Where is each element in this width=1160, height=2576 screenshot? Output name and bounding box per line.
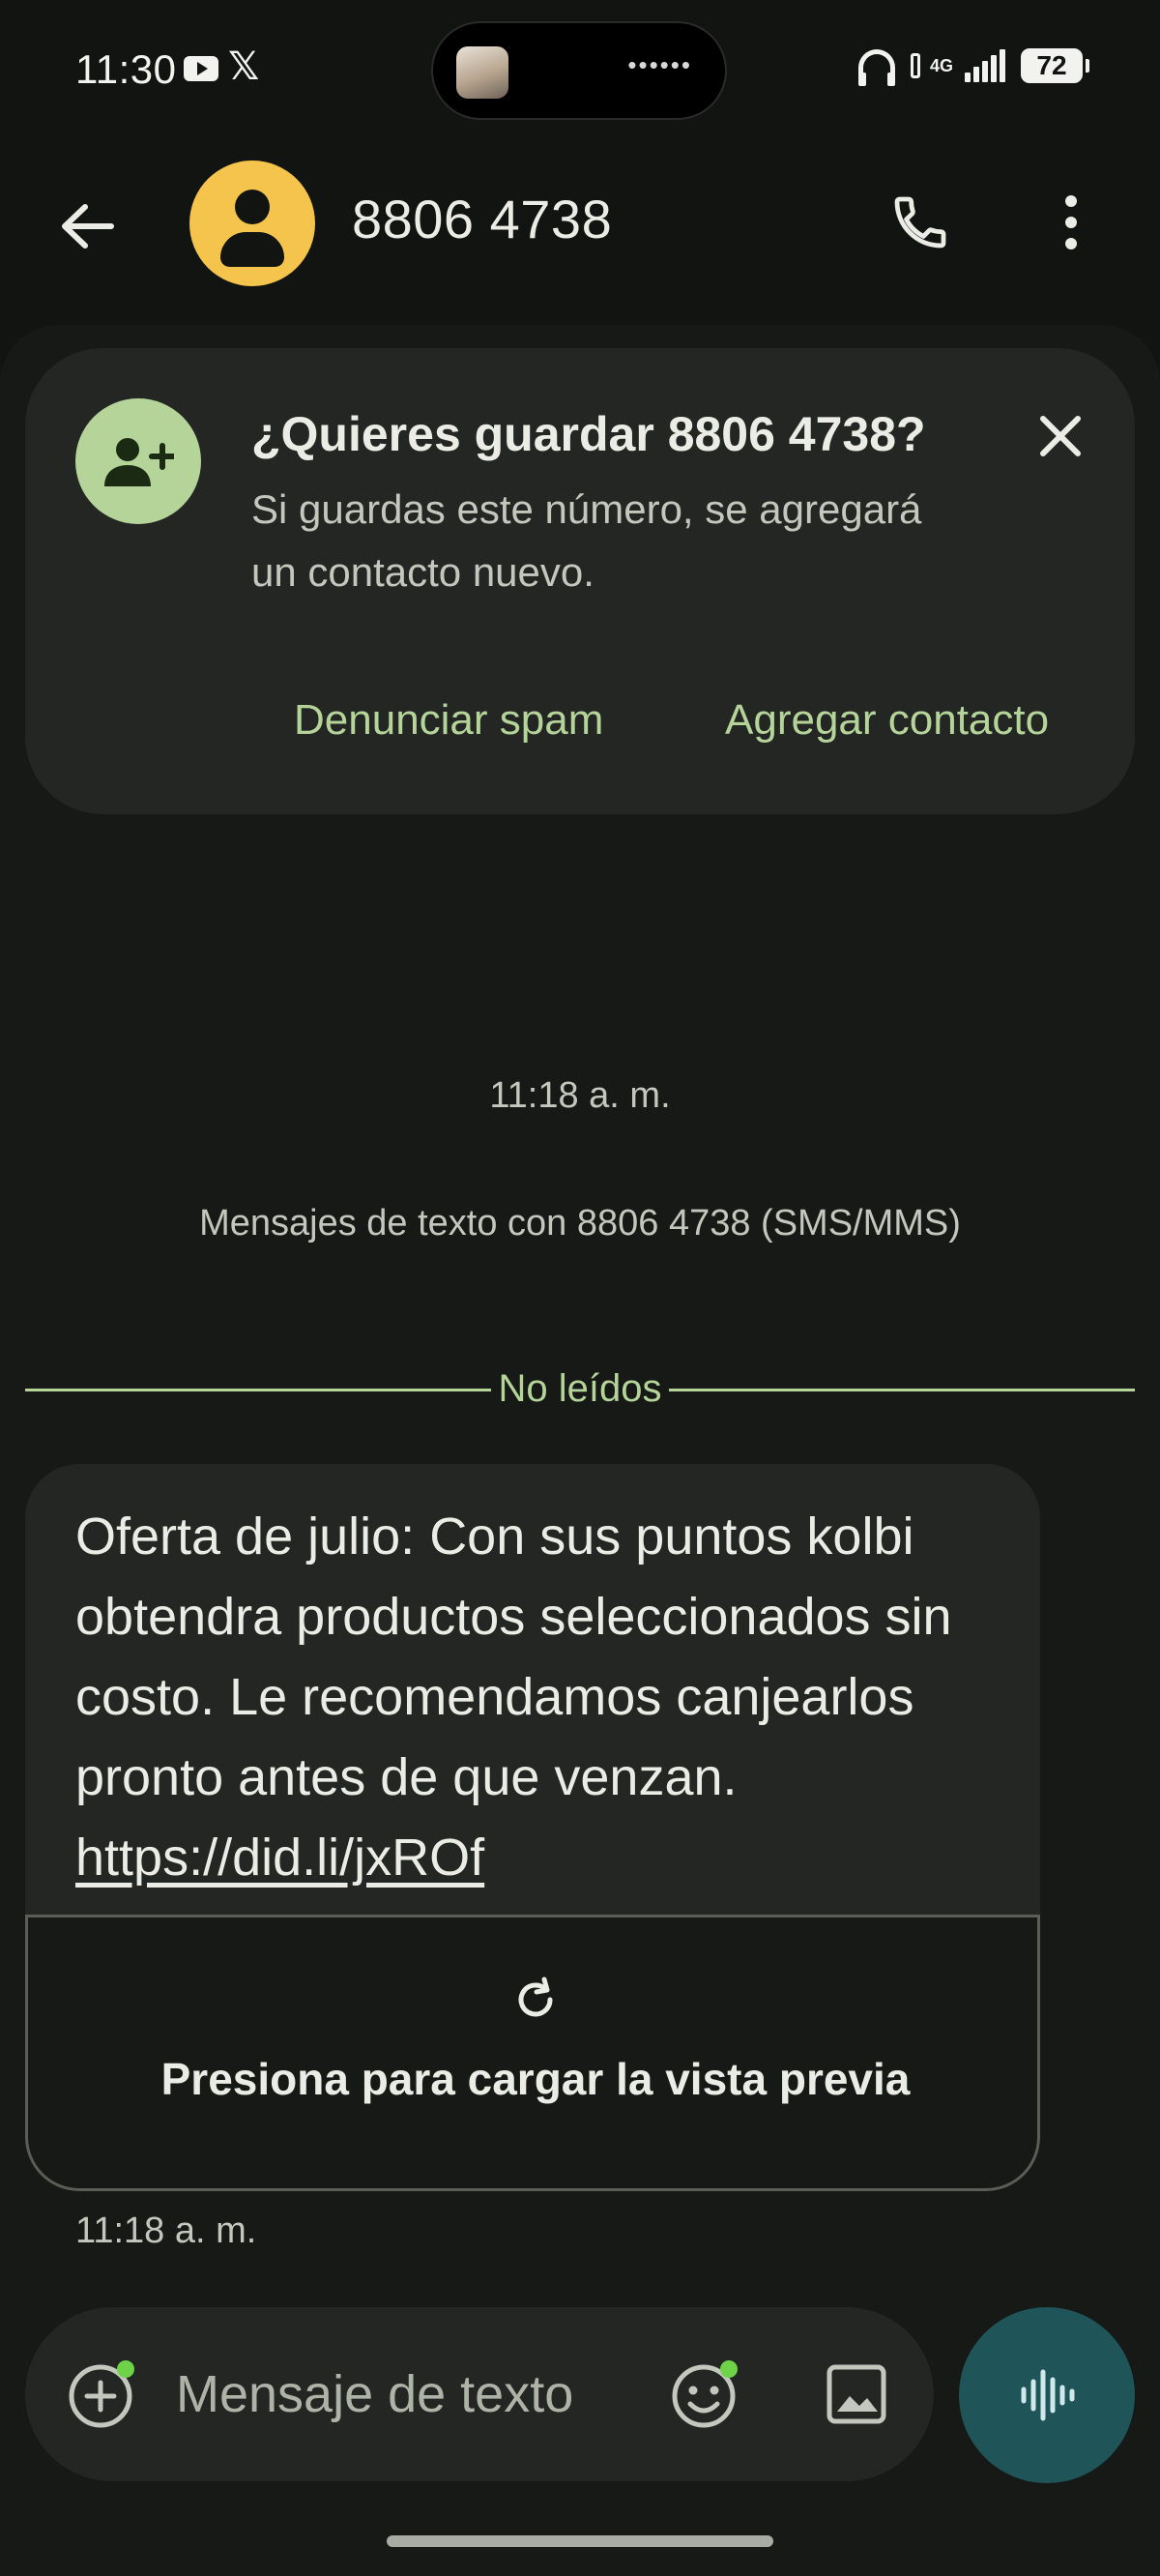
youtube-icon [184,56,218,81]
add-circle-icon [69,2360,134,2428]
gallery-button[interactable] [818,2356,895,2433]
phone-icon [894,196,946,249]
headphones-icon [858,49,895,86]
emoji-button[interactable] [667,2356,744,2433]
dynamic-island[interactable]: •••••• [431,21,727,120]
message-link[interactable]: https://did.li/jxROf [75,1829,484,1887]
status-time: 11:30 [75,46,177,92]
attach-button[interactable] [64,2356,141,2433]
compose-bar [25,2307,934,2481]
message-bubble[interactable]: Oferta de julio: Con sus puntos kolbi ob… [25,1464,1040,2191]
person-add-icon [104,438,174,486]
dismiss-button[interactable] [1025,400,1096,472]
vibrate-icon [911,53,920,78]
status-icons: 4G 72 [858,48,1089,86]
save-prompt-title: ¿Quieres guardar 8806 4738? [251,407,926,461]
thread-info: Mensajes de texto con 8806 4738 (SMS/MMS… [199,1203,961,1244]
status-bar: 11:30 𝕏 •••••• 4G 72 [0,0,1160,145]
top-app-bar: 8806 4738 [0,145,1160,300]
message-input[interactable] [176,2346,679,2443]
close-icon [1040,416,1081,456]
emoji-icon [672,2360,738,2428]
signal-icon [965,49,1005,82]
report-spam-button[interactable]: Denunciar spam [282,688,615,752]
image-icon [826,2364,886,2424]
call-button[interactable] [882,184,959,261]
add-person-avatar [75,398,201,524]
thread-timestamp: 11:18 a. m. [489,1075,671,1116]
battery-level: 72 [1021,48,1089,83]
media-thumbnail [456,46,508,99]
message-timestamp: 11:18 a. m. [75,2210,257,2251]
message-text: Oferta de julio: Con sus puntos kolbi ob… [75,1497,1003,1898]
add-contact-button[interactable]: Agregar contacto [713,688,1060,752]
waveform-icon [1021,2369,1075,2421]
arrow-back-icon [62,204,114,249]
more-options-button[interactable] [1032,184,1110,261]
save-contact-card: ¿Quieres guardar 8806 4738? Si guardas e… [25,348,1135,814]
more-vert-icon [1065,195,1077,249]
link-preview[interactable]: Presiona para cargar la vista previa [25,1915,1040,2191]
contact-avatar[interactable] [189,161,315,286]
home-indicator[interactable] [387,2535,773,2547]
network-type: 4G [930,56,954,75]
back-button[interactable] [48,188,126,265]
x-app-icon: 𝕏 [228,45,260,88]
island-indicator: •••••• [627,50,692,79]
preview-label: Presiona para cargar la vista previa [160,2054,911,2104]
refresh-icon [518,1976,553,2017]
message-body: Oferta de julio: Con sus puntos kolbi ob… [75,1508,952,1806]
unread-divider: No leídos [25,1365,1135,1414]
voice-message-button[interactable] [959,2307,1135,2483]
save-prompt-body: Si guardas este número, se agregará un c… [251,486,922,595]
contact-title[interactable]: 8806 4738 [352,188,612,250]
